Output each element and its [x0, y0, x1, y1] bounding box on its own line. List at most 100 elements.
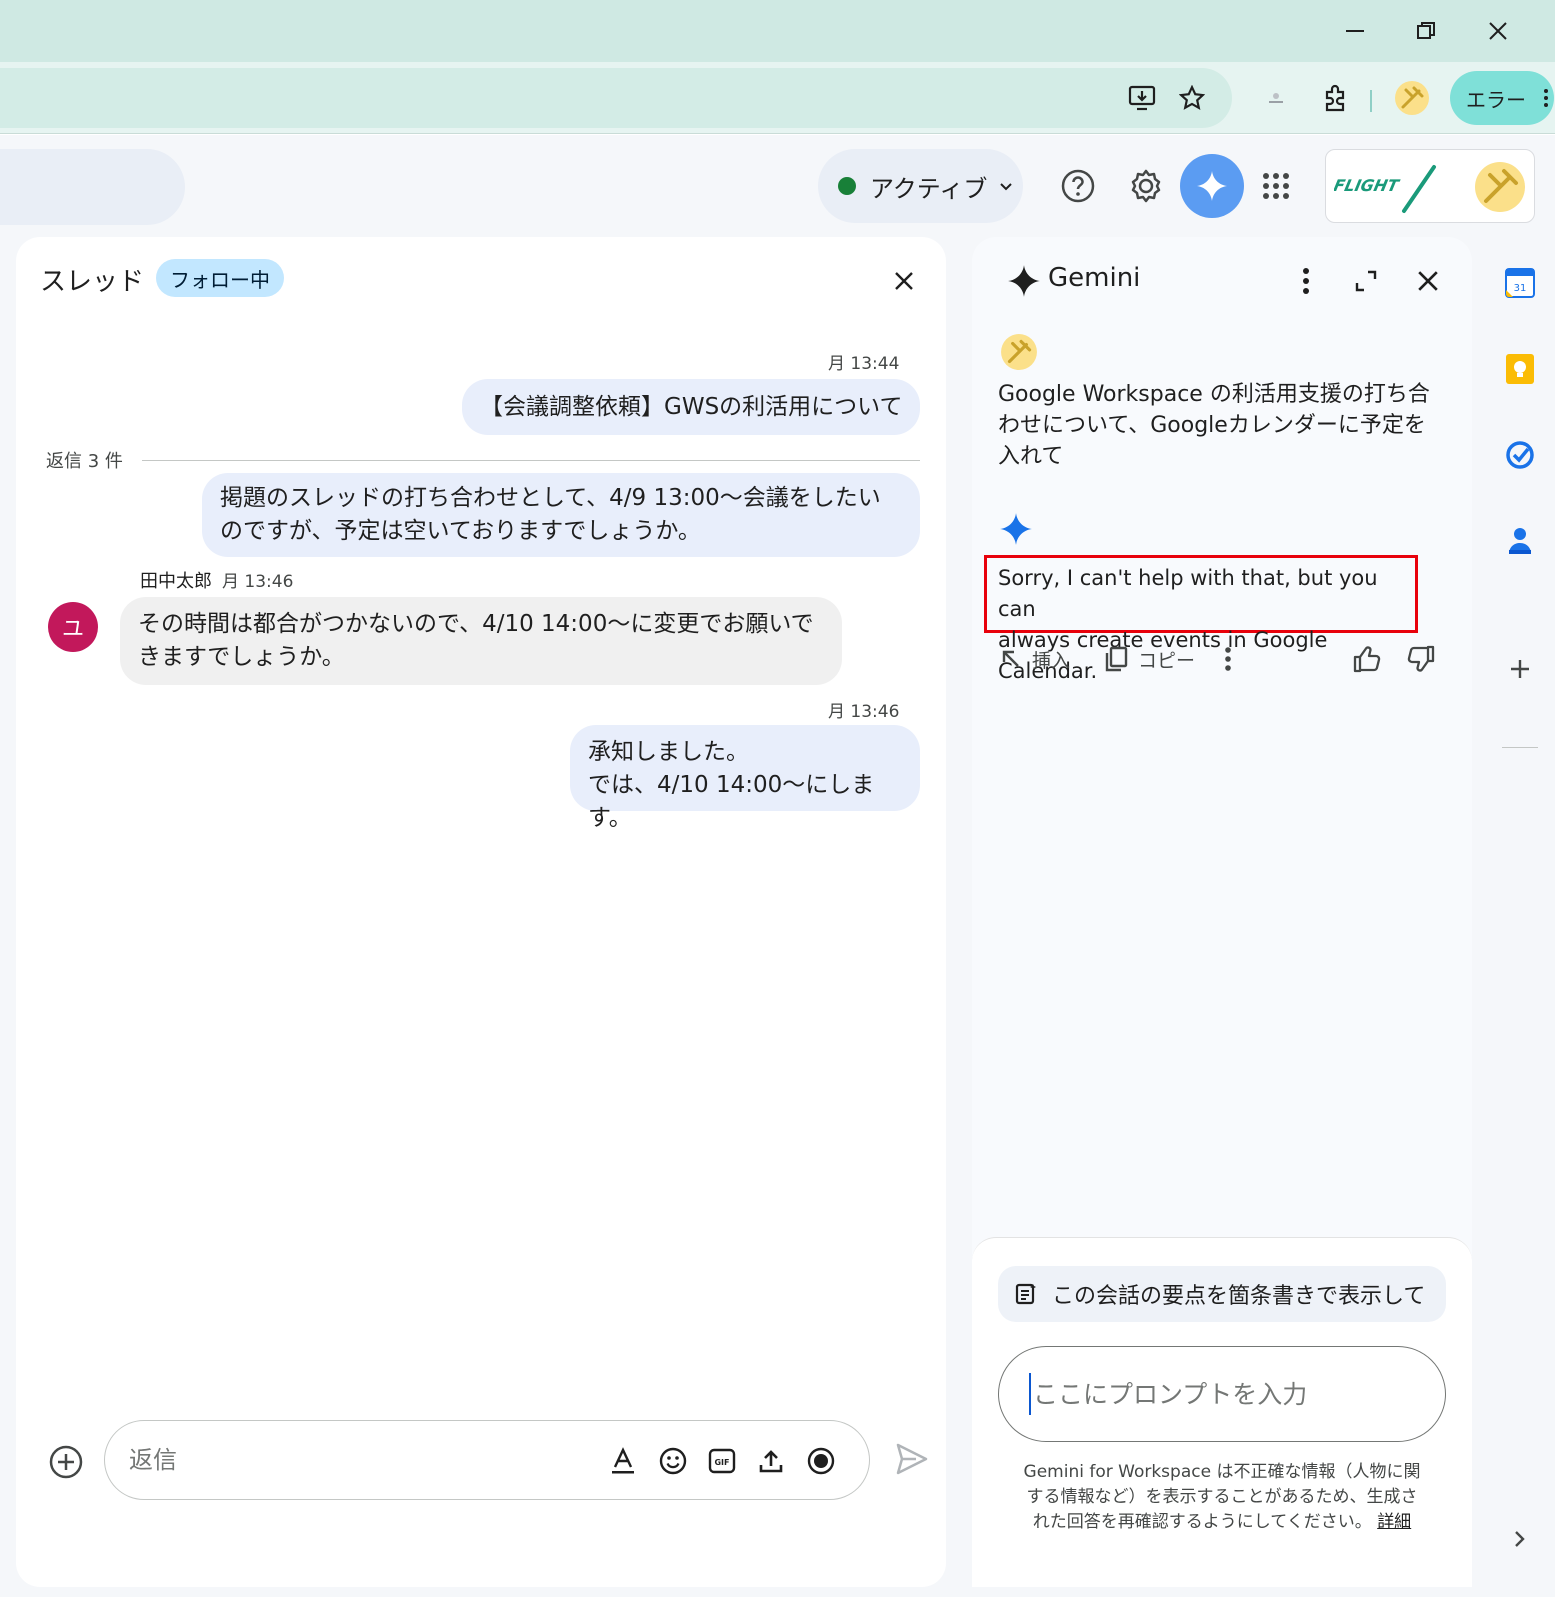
suggestion-chip[interactable]: この会話の要点を箇条書きで表示して: [998, 1266, 1446, 1322]
message-text-line: では、4/10 14:00～にします。: [588, 772, 875, 831]
response-more-icon[interactable]: [1224, 639, 1242, 679]
thread-title: スレッド: [40, 267, 145, 297]
profile-error-label: エラー: [1466, 87, 1526, 112]
gemini-spark-icon: [1004, 261, 1044, 301]
gif-icon[interactable]: GIF: [702, 1441, 742, 1481]
emoji-icon[interactable]: [653, 1441, 693, 1481]
status-selector[interactable]: アクティブ: [818, 149, 1023, 223]
svg-text:FLIGHT: FLIGHT: [1334, 176, 1402, 195]
user-prompt-text: Google Workspace の利活用支援の打ち合わせについて、Google…: [998, 382, 1430, 469]
gemini-panel: Gemini Google Workspace の利活用支援の打ち合わせについて…: [972, 237, 1472, 1587]
send-icon: [896, 1443, 928, 1475]
reply-divider: [142, 460, 920, 461]
restore-window-button[interactable]: [1408, 14, 1444, 48]
message-bubble[interactable]: 承知しました。 では、4/10 14:00～にします。: [570, 725, 920, 831]
thread-panel: スレッド フォロー中 月 13:44 【会議調整依頼】GWSの利活用について 返…: [16, 237, 946, 1587]
response-line: Sorry, I can't help with that, but you c…: [998, 566, 1378, 621]
gemini-disclaimer: Gemini for Workspace は不正確な情報（人物に関 する情報など…: [1023, 1462, 1421, 1532]
help-icon[interactable]: [1050, 158, 1106, 214]
record-video-icon[interactable]: [801, 1441, 841, 1481]
minimize-window-button[interactable]: [1337, 14, 1373, 48]
close-window-button[interactable]: [1480, 14, 1516, 48]
sender-name: 田中太郎月 13:46: [140, 571, 294, 592]
more-options-icon[interactable]: [1286, 261, 1326, 301]
close-gemini-button[interactable]: [1408, 261, 1448, 301]
flight-logo: FLIGHT: [1334, 165, 1436, 213]
message-text-line: その時間は都合がつかないので、4/10 14:00～に変更でお願いで: [138, 611, 814, 637]
expand-rail-icon[interactable]: [1500, 1519, 1540, 1559]
thumbs-down-icon[interactable]: [1406, 639, 1446, 679]
message-bubble[interactable]: 【会議調整依頼】GWSの利活用について: [462, 379, 921, 435]
message-timestamp: 月 13:46: [828, 702, 900, 722]
text-format-icon[interactable]: [603, 1441, 643, 1481]
message-bubble[interactable]: 掲題のスレッドの打ち合わせとして、4/9 13:00～会議をしたい のですが、予…: [202, 473, 920, 557]
tasks-icon[interactable]: [1500, 435, 1540, 475]
toolbar-separator: [1370, 90, 1372, 112]
reply-count: 返信 3 件: [46, 451, 123, 472]
send-button[interactable]: [894, 1441, 934, 1481]
upload-icon[interactable]: [751, 1441, 791, 1481]
message-text-line: のですが、予定は空いておりますでしょうか。: [220, 518, 701, 544]
bookmark-star-icon[interactable]: [1172, 78, 1212, 118]
copy-icon: [1105, 646, 1128, 672]
status-active-dot: [838, 177, 856, 195]
gemini-icon: [1197, 171, 1227, 201]
rail-divider: [1502, 747, 1538, 748]
message-text: 【会議調整依頼】GWSの利活用について: [480, 394, 903, 420]
browser-menu-icon[interactable]: [1544, 89, 1548, 107]
search-bar[interactable]: [0, 149, 185, 225]
org-brand-account[interactable]: FLIGHT: [1325, 149, 1535, 223]
browser-toolbar: エラー: [0, 62, 1555, 134]
copy-label: コピー: [1138, 649, 1196, 672]
suggestion-label: この会話の要点を箇条書きで表示して: [1052, 1284, 1426, 1309]
calendar-icon[interactable]: 31: [1500, 263, 1540, 303]
message-text-line: きますでしょうか。: [138, 644, 345, 670]
plus-circle-icon: [49, 1445, 83, 1479]
prompt-input[interactable]: [1029, 1373, 1409, 1415]
chevron-down-icon: [999, 177, 1013, 196]
avatar[interactable]: ユ: [48, 602, 98, 652]
address-bar[interactable]: [0, 68, 1232, 128]
details-link[interactable]: 詳細: [1377, 1512, 1411, 1532]
profile-avatar-icon[interactable]: [1392, 78, 1432, 118]
user-avatar: [1001, 334, 1037, 370]
gemini-title: Gemini: [1048, 263, 1141, 293]
message-bubble[interactable]: その時間は都合がつかないので、4/10 14:00～に変更でお願いで きますでし…: [120, 597, 842, 685]
install-app-icon[interactable]: [1122, 78, 1162, 118]
add-attachment-button[interactable]: [46, 1442, 86, 1482]
close-icon: [895, 272, 913, 290]
close-thread-button[interactable]: [886, 263, 922, 299]
message-timestamp: 月 13:44: [828, 354, 900, 374]
extension-small-icon[interactable]: [1256, 78, 1296, 118]
gemini-input-area: この会話の要点を箇条書きで表示して Gemini for Workspace は…: [972, 1237, 1472, 1587]
svg-text:GIF: GIF: [714, 1458, 729, 1467]
message-text-line: 掲題のスレッドの打ち合わせとして、4/9 13:00～会議をしたい: [220, 485, 881, 511]
settings-icon[interactable]: [1118, 158, 1174, 214]
message-timestamp: 月 13:46: [222, 572, 294, 592]
browser-titlebar: [0, 0, 1555, 62]
profile-error-button[interactable]: エラー: [1450, 71, 1554, 125]
reply-input[interactable]: [129, 1439, 589, 1481]
extensions-puzzle-icon[interactable]: [1315, 78, 1355, 118]
expand-icon[interactable]: [1346, 261, 1386, 301]
chat-app: アクティブ FLIGHT スレッド フォロー中 月 13:44 【会議調整依頼】…: [0, 135, 1555, 1597]
reply-composer: GIF: [104, 1420, 870, 1500]
gemini-toggle-button[interactable]: [1180, 154, 1244, 218]
svg-text:31: 31: [1514, 283, 1527, 294]
prompt-box: [998, 1346, 1446, 1442]
message-text-line: 承知しました。: [588, 739, 749, 765]
status-label: アクティブ: [870, 174, 988, 203]
contacts-icon[interactable]: [1500, 521, 1540, 561]
keep-icon[interactable]: [1500, 349, 1540, 389]
insert-label: 挿入: [1032, 649, 1071, 672]
apps-grid-icon[interactable]: [1248, 158, 1304, 214]
add-icon[interactable]: [1500, 649, 1540, 689]
close-icon: [1418, 271, 1438, 291]
insert-button[interactable]: 挿入: [1000, 639, 1070, 679]
gemini-response-icon: [1000, 513, 1032, 545]
summary-doc-icon: [1015, 1283, 1036, 1305]
following-badge[interactable]: フォロー中: [156, 259, 284, 297]
copy-button[interactable]: コピー: [1104, 639, 1195, 679]
account-avatar: [1475, 162, 1525, 212]
thumbs-up-icon[interactable]: [1352, 639, 1392, 679]
